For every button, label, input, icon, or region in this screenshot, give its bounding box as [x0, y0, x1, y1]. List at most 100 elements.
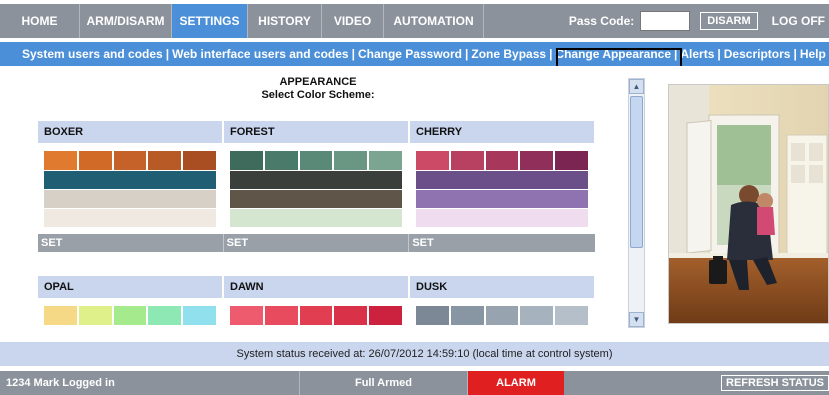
- scheme-card-cherry[interactable]: CHERRY: [410, 121, 594, 227]
- refresh-status-area: REFRESH STATUS: [721, 371, 829, 395]
- subnav-separator: |: [351, 47, 355, 61]
- color-band: [416, 190, 588, 208]
- color-band: [44, 171, 216, 189]
- logged-in-user: 1234 Mark Logged in: [0, 371, 300, 395]
- subnav-link-zone-bypass[interactable]: Zone Bypass: [471, 47, 546, 61]
- color-swatch: [299, 151, 333, 170]
- color-swatch: [555, 306, 588, 325]
- disarm-button[interactable]: DISARM: [700, 12, 758, 30]
- color-swatch: [78, 306, 112, 325]
- set-forest-button[interactable]: SET: [224, 234, 410, 252]
- scheme-name-opal: OPAL: [38, 276, 222, 298]
- scheme-swatches: [224, 151, 408, 170]
- color-swatch: [148, 151, 182, 170]
- alarm-indicator[interactable]: ALARM: [468, 371, 564, 395]
- scroll-up-arrow-icon[interactable]: ▲: [629, 79, 644, 94]
- color-band: [44, 190, 216, 208]
- scheme-swatches: [38, 306, 222, 325]
- subnav-separator: |: [549, 47, 553, 61]
- subnav-link-system-users-and-codes[interactable]: System users and codes: [22, 47, 163, 61]
- color-swatch: [450, 151, 484, 170]
- color-band: [44, 209, 216, 227]
- nav-settings[interactable]: SETTINGS: [172, 4, 248, 38]
- color-band: [230, 171, 402, 189]
- color-swatch: [264, 306, 298, 325]
- family-doorway-photo: [668, 84, 829, 324]
- settings-subnav: System users and codes | Web interface use…: [0, 42, 829, 66]
- color-band: [416, 209, 588, 227]
- color-swatch: [299, 306, 333, 325]
- color-swatch: [369, 151, 402, 170]
- subnav-link-alerts[interactable]: Alerts: [680, 47, 714, 61]
- color-swatch: [44, 306, 77, 325]
- color-swatch: [520, 306, 554, 325]
- subnav-separator: |: [165, 47, 170, 61]
- nav-automation[interactable]: AUTOMATION: [384, 4, 484, 38]
- scheme-name-forest: FOREST: [224, 121, 408, 143]
- color-swatch: [450, 306, 484, 325]
- scheme-name-cherry: CHERRY: [410, 121, 594, 143]
- color-swatch: [183, 306, 216, 325]
- color-swatch: [183, 151, 216, 170]
- nav-history[interactable]: HISTORY: [248, 4, 322, 38]
- scheme-card-forest[interactable]: FOREST: [224, 121, 408, 227]
- scheme-name-boxer: BOXER: [38, 121, 222, 143]
- log-off-button[interactable]: LOG OFF: [772, 14, 825, 28]
- scroll-down-arrow-icon[interactable]: ▼: [629, 312, 644, 327]
- color-swatch: [416, 151, 449, 170]
- set-boxer-button[interactable]: SET: [38, 234, 224, 252]
- set-cherry-button[interactable]: SET: [409, 234, 595, 252]
- pass-code-label: Pass Code:: [568, 14, 635, 28]
- color-band: [416, 171, 588, 189]
- color-swatch: [485, 306, 519, 325]
- color-swatch: [148, 306, 182, 325]
- scheme-card-boxer[interactable]: BOXER: [38, 121, 222, 227]
- top-nav: HOME ARM/DISARM SETTINGS HISTORY VIDEO A…: [0, 4, 829, 38]
- scheme-card-dawn[interactable]: DAWN: [224, 276, 408, 325]
- system-status-text: System status received at: 26/07/2012 14…: [236, 348, 613, 360]
- system-status-bar: System status received at: 26/07/2012 14…: [0, 342, 829, 366]
- color-swatch: [334, 151, 368, 170]
- scroll-thumb[interactable]: [630, 96, 643, 248]
- appearance-subtitle: Select Color Scheme:: [261, 89, 375, 101]
- subnav-link-change-appearance[interactable]: Change Appearance: [555, 47, 671, 61]
- scheme-scrollbar[interactable]: ▲ ▼: [628, 78, 645, 328]
- subnav-link-web-interface-users-and-codes[interactable]: Web interface users and codes: [172, 47, 349, 61]
- color-swatch: [555, 151, 588, 170]
- scheme-name-dusk: DUSK: [410, 276, 594, 298]
- appearance-title: APPEARANCE: [279, 76, 357, 88]
- color-swatch: [264, 151, 298, 170]
- set-button-row: SET SET SET: [38, 234, 595, 252]
- scheme-name-dawn: DAWN: [224, 276, 408, 298]
- footer-bar: 1234 Mark Logged in Full Armed ALARM REF…: [0, 371, 829, 395]
- color-swatch: [416, 306, 449, 325]
- pass-code-input[interactable]: [640, 11, 691, 31]
- subnav-link-help[interactable]: Help: [800, 47, 826, 61]
- nav-auth-area: Pass Code: DISARM LOG OFF: [484, 4, 829, 38]
- color-band: [230, 190, 402, 208]
- scheme-card-opal[interactable]: OPAL: [38, 276, 222, 325]
- color-band: [230, 209, 402, 227]
- nav-video[interactable]: VIDEO: [322, 4, 384, 38]
- app-window: HOME ARM/DISARM SETTINGS HISTORY VIDEO A…: [0, 0, 829, 395]
- color-swatch: [485, 151, 519, 170]
- nav-arm-disarm[interactable]: ARM/DISARM: [80, 4, 172, 38]
- scheme-card-dusk[interactable]: DUSK: [410, 276, 594, 325]
- subnav-link-change-password[interactable]: Change Password: [358, 47, 462, 61]
- color-swatch: [230, 306, 263, 325]
- color-swatch: [78, 151, 112, 170]
- color-swatch: [369, 306, 402, 325]
- subnav-link-descriptors[interactable]: Descriptors: [724, 47, 791, 61]
- arm-status: Full Armed: [300, 371, 468, 395]
- color-swatch: [113, 151, 147, 170]
- appearance-heading: APPEARANCE Select Color Scheme:: [180, 76, 456, 102]
- footer-spacer: [564, 371, 721, 395]
- subnav-separator: |: [793, 47, 797, 61]
- nav-home[interactable]: HOME: [0, 4, 80, 38]
- refresh-status-button[interactable]: REFRESH STATUS: [721, 375, 829, 391]
- subnav-separator: |: [674, 47, 678, 61]
- scheme-swatches: [224, 306, 408, 325]
- color-swatch: [334, 306, 368, 325]
- color-swatch: [44, 151, 77, 170]
- color-swatch: [113, 306, 147, 325]
